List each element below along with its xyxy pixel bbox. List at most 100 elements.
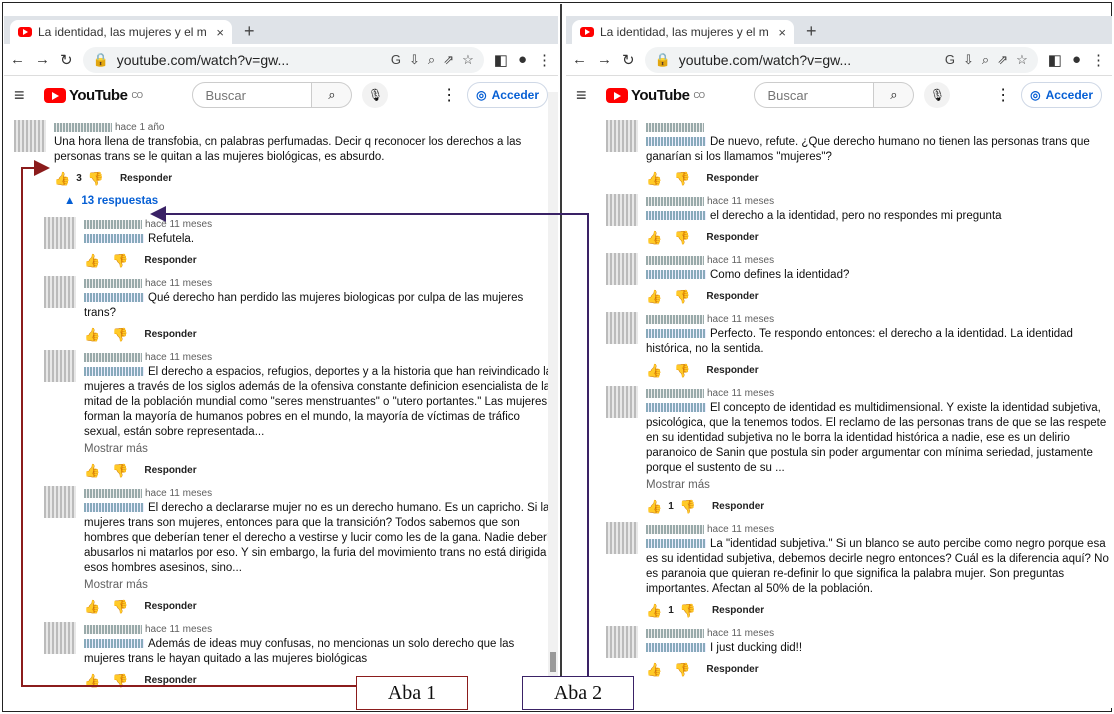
youtube-logo[interactable]: YouTube CO <box>44 87 143 104</box>
reply-button[interactable]: Responder <box>144 673 196 688</box>
browser-tab[interactable]: La identidad, las mujeres y el m × <box>10 20 232 44</box>
avatar[interactable] <box>44 622 76 654</box>
redacted-author[interactable] <box>646 314 704 324</box>
profile-icon[interactable]: ● <box>518 51 527 68</box>
mic-icon[interactable]: 🎙 <box>362 82 389 108</box>
comment-time[interactable]: hace 11 meses <box>707 196 774 207</box>
dislike-icon[interactable]: 👎 <box>674 230 690 245</box>
search-input[interactable] <box>192 82 313 108</box>
settings-kebab-icon[interactable]: ⋮ <box>995 85 1011 105</box>
profile-icon[interactable]: ● <box>1072 51 1081 68</box>
zoom-icon[interactable]: ⌕ <box>982 52 989 68</box>
redacted-mention[interactable] <box>646 643 706 653</box>
redacted-mention[interactable] <box>646 403 706 413</box>
like-icon[interactable]: 👍 <box>84 599 100 614</box>
avatar[interactable] <box>606 120 638 152</box>
star-icon[interactable]: ☆ <box>462 52 474 68</box>
dislike-icon[interactable]: 👎 <box>112 463 128 478</box>
comment-time[interactable]: hace 11 meses <box>145 488 212 499</box>
reply-button[interactable]: Responder <box>712 603 764 618</box>
mic-icon[interactable]: 🎙 <box>924 82 951 108</box>
dislike-icon[interactable]: 👎 <box>112 327 128 342</box>
redacted-author[interactable] <box>646 524 704 534</box>
like-icon[interactable]: 👍 <box>84 253 100 268</box>
redacted-author[interactable] <box>646 628 704 638</box>
reply-button[interactable]: Responder <box>706 289 758 304</box>
redacted-mention[interactable] <box>84 293 144 303</box>
comment-time[interactable]: hace 11 meses <box>707 524 774 535</box>
scrollbar-thumb[interactable] <box>550 652 556 672</box>
signin-button[interactable]: ◎ Acceder <box>467 82 548 108</box>
comment-time[interactable]: hace 11 meses <box>145 624 212 635</box>
redacted-author[interactable] <box>646 255 704 265</box>
zoom-icon[interactable]: ⌕ <box>428 52 435 68</box>
google-icon[interactable]: G <box>945 52 955 67</box>
dislike-icon[interactable]: 👎 <box>680 499 696 514</box>
avatar[interactable] <box>606 386 638 418</box>
redacted-author[interactable] <box>84 352 142 362</box>
avatar[interactable] <box>606 626 638 658</box>
comment-time[interactable]: hace 11 meses <box>707 388 774 399</box>
reply-button[interactable]: Responder <box>706 662 758 677</box>
signin-button[interactable]: ◎ Acceder <box>1021 82 1102 108</box>
like-icon[interactable]: 👍 <box>84 463 100 478</box>
dislike-icon[interactable]: 👎 <box>112 673 128 688</box>
forward-icon[interactable]: → <box>35 51 50 68</box>
browser-tab[interactable]: La identidad, las mujeres y el m × <box>572 20 794 44</box>
comment-time[interactable]: hace 11 meses <box>145 352 212 363</box>
dislike-icon[interactable]: 👎 <box>680 603 696 618</box>
redacted-author[interactable] <box>54 122 112 132</box>
install-icon[interactable]: ⇩ <box>409 52 420 68</box>
show-more-button[interactable]: Mostrar más <box>84 442 558 457</box>
redacted-author[interactable] <box>84 488 142 498</box>
scrollbar[interactable] <box>548 92 558 708</box>
redacted-author[interactable] <box>646 388 704 398</box>
like-icon[interactable]: 👍 <box>646 603 662 618</box>
redacted-author[interactable] <box>84 219 142 229</box>
search-icon[interactable]: ⌕ <box>874 82 915 108</box>
redacted-mention[interactable] <box>646 270 706 280</box>
dislike-icon[interactable]: 👎 <box>674 171 690 186</box>
dislike-icon[interactable]: 👎 <box>674 289 690 304</box>
close-tab-icon[interactable]: × <box>778 25 786 40</box>
redacted-author[interactable] <box>84 624 142 634</box>
like-icon[interactable]: 👍 <box>646 230 662 245</box>
redacted-author[interactable] <box>84 278 142 288</box>
dislike-icon[interactable]: 👎 <box>88 171 104 186</box>
like-icon[interactable]: 👍 <box>646 289 662 304</box>
avatar[interactable] <box>44 276 76 308</box>
dislike-icon[interactable]: 👎 <box>674 662 690 677</box>
like-icon[interactable]: 👍 <box>84 327 100 342</box>
avatar[interactable] <box>44 350 76 382</box>
forward-icon[interactable]: → <box>597 51 612 68</box>
show-more-button[interactable]: Mostrar más <box>84 578 558 593</box>
redacted-author[interactable] <box>646 196 704 206</box>
like-icon[interactable]: 👍 <box>646 171 662 186</box>
reload-icon[interactable]: ↻ <box>60 51 73 69</box>
like-icon[interactable]: 👍 <box>54 171 70 186</box>
redacted-mention[interactable] <box>84 639 144 649</box>
reply-button[interactable]: Responder <box>144 253 196 268</box>
dislike-icon[interactable]: 👎 <box>674 363 690 378</box>
reply-button[interactable]: Responder <box>144 463 196 478</box>
share-icon[interactable]: ⇗ <box>443 52 454 68</box>
avatar[interactable] <box>44 217 76 249</box>
reload-icon[interactable]: ↻ <box>622 51 635 69</box>
url-field[interactable]: 🔒 youtube.com/watch?v=gw... G ⇩ ⌕ ⇗ ☆ <box>82 46 484 73</box>
settings-kebab-icon[interactable]: ⋮ <box>441 85 457 105</box>
avatar[interactable] <box>606 522 638 554</box>
avatar[interactable] <box>606 253 638 285</box>
install-icon[interactable]: ⇩ <box>963 52 974 68</box>
browser-menu-icon[interactable]: ⋮ <box>537 51 552 69</box>
replies-toggle[interactable]: ▲ 13 respuestas <box>64 194 558 209</box>
sidepanel-icon[interactable]: ◧ <box>494 51 508 69</box>
comment-time[interactable]: hace 11 meses <box>707 314 774 325</box>
back-icon[interactable]: ← <box>10 51 25 68</box>
redacted-mention[interactable] <box>646 329 706 339</box>
like-icon[interactable]: 👍 <box>84 673 100 688</box>
avatar[interactable] <box>606 312 638 344</box>
comment-time[interactable]: hace 11 meses <box>145 278 212 289</box>
like-icon[interactable]: 👍 <box>646 499 662 514</box>
avatar[interactable] <box>44 486 76 518</box>
google-icon[interactable]: G <box>391 52 401 67</box>
